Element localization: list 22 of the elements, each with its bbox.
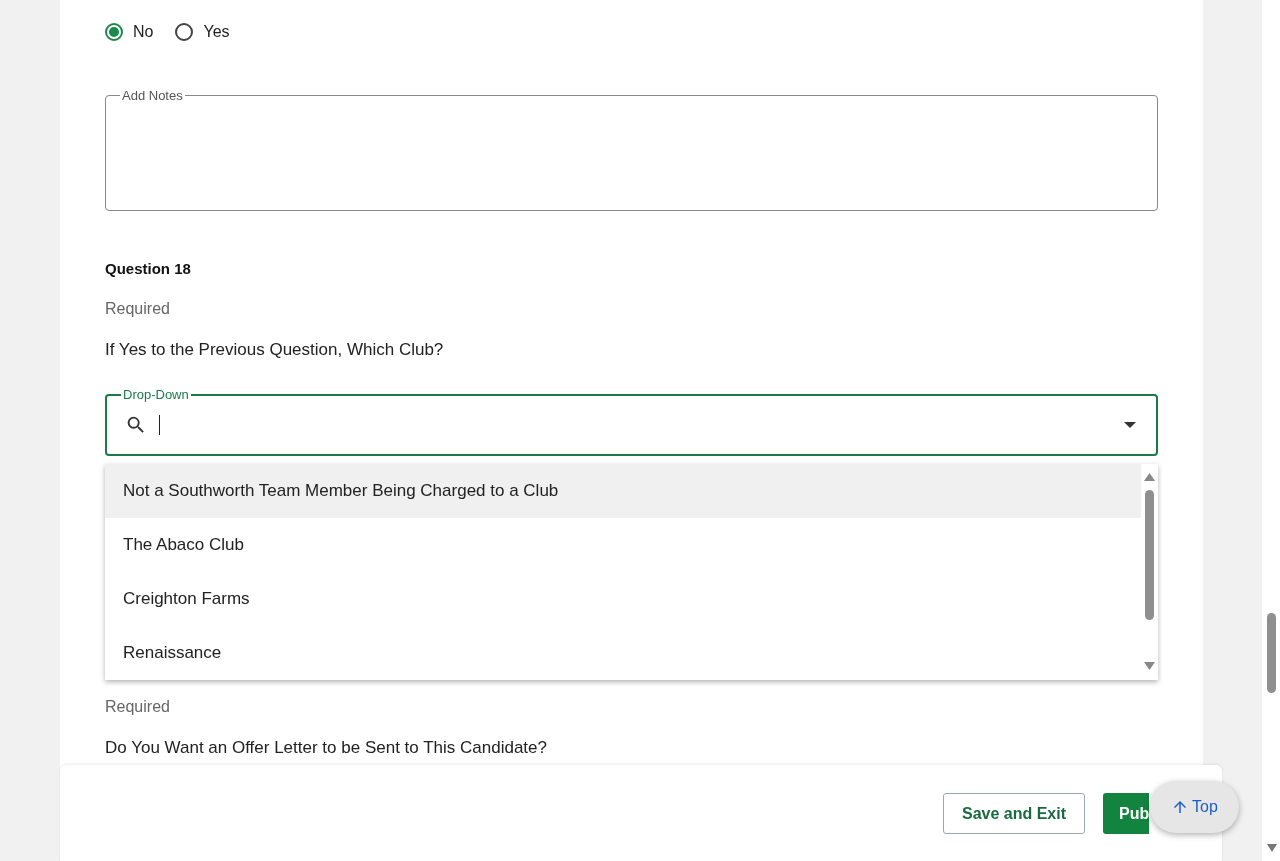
question-number: Question 18 (105, 260, 192, 277)
field-label: Drop-Down (121, 387, 191, 402)
scroll-up-icon[interactable] (1144, 473, 1155, 481)
dropdown-option[interactable]: Creighton Farms (105, 572, 1141, 626)
search-icon (125, 414, 147, 436)
dropdown-option[interactable]: Not a Southworth Team Member Being Charged to a Club (105, 464, 1141, 518)
dropdown-option[interactable]: The Abaco Club (105, 518, 1141, 572)
radio-option[interactable]: No (105, 23, 154, 41)
scrollbar-thumb[interactable] (1145, 490, 1154, 620)
question-text: If Yes to the Previous Question, Which Club? (105, 340, 445, 360)
radio-option[interactable]: Yes (175, 23, 230, 41)
dropdown-option[interactable]: Renaissance (105, 626, 1141, 680)
save-button[interactable]: Save and Exit (942, 793, 1085, 834)
scroll-down-icon[interactable] (1267, 844, 1277, 852)
scroll-down-icon[interactable] (1144, 662, 1155, 670)
field-label: Add Notes (120, 88, 185, 103)
required-label: Required (105, 300, 171, 318)
publish-button[interactable]: Pub (1103, 793, 1149, 834)
top-button[interactable]: Top (1150, 781, 1239, 833)
question-text: Do You Want an Offer Letter to be Sent to This Candidate? (105, 738, 548, 758)
required-label: Required (105, 698, 171, 716)
scrollbar-thumb[interactable] (1267, 613, 1276, 693)
